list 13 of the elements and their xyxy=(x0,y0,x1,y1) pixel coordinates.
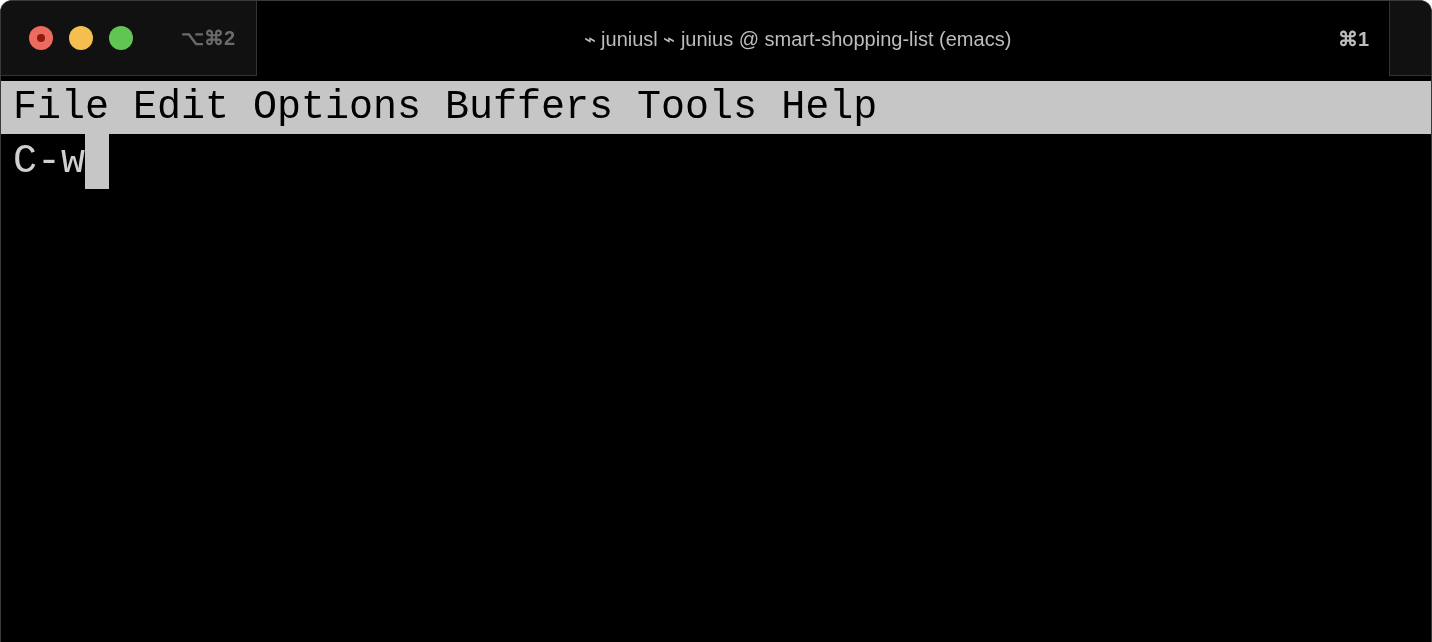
maximize-icon[interactable] xyxy=(109,26,133,50)
menu-item[interactable]: Buffers xyxy=(445,81,614,134)
buffer-text: C-w xyxy=(13,138,85,186)
menu-item[interactable]: Options xyxy=(253,81,422,134)
minimize-icon[interactable] xyxy=(69,26,93,50)
menu-item[interactable]: Edit xyxy=(133,81,230,134)
window-title: ⌁ juniusl ⌁ junius @ smart-shopping-list (emacs) xyxy=(582,26,1013,52)
menu-item[interactable]: Tools xyxy=(637,81,758,134)
tab-shortcut: ⌘1 xyxy=(1337,26,1370,52)
menu-item[interactable]: File xyxy=(13,81,109,134)
menu-item[interactable]: Help xyxy=(781,81,878,134)
close-icon[interactable] xyxy=(29,26,53,50)
tab-shortcut: ⌥⌘2 xyxy=(181,26,236,51)
